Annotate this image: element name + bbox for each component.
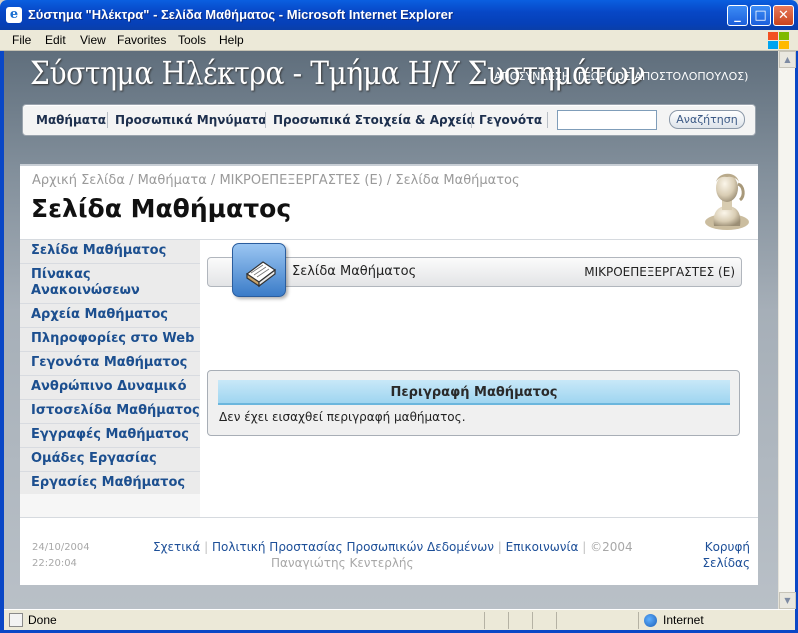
nav-events[interactable]: Γεγονότα bbox=[479, 113, 542, 127]
sidebar-item-assignments[interactable]: Εργασίες Μαθήματος bbox=[20, 472, 200, 496]
status-separator bbox=[638, 612, 639, 629]
course-description-panel: Περιγραφή Μαθήματος Δεν έχει εισαχθεί πε… bbox=[207, 370, 740, 436]
footer-copyright: ©2004 bbox=[590, 540, 633, 554]
back-to-top-link[interactable]: Κορυφή Σελίδας bbox=[690, 539, 750, 571]
back-to-top-line: Κορυφή bbox=[704, 540, 750, 554]
scroll-down-icon[interactable]: ▼ bbox=[779, 592, 796, 609]
back-to-top-line: Σελίδας bbox=[702, 556, 750, 570]
page-status-icon bbox=[9, 613, 23, 627]
minimize-button[interactable]: _ bbox=[727, 5, 748, 26]
nav-courses[interactable]: Μαθήματα bbox=[36, 113, 106, 127]
footer-links: Σχετικά | Πολιτική Προστασίας Προσωπικών… bbox=[153, 539, 653, 571]
statue-bust-icon bbox=[705, 173, 749, 230]
main-content: Σελίδα Μαθήματος Πίνακας Ανακοινώσεων Αρ… bbox=[20, 239, 758, 553]
top-navigation: Μαθήματα Προσωπικά Μηνύματα Προσωπικά Στ… bbox=[22, 104, 756, 136]
vertical-scrollbar[interactable]: ▲ ▼ bbox=[778, 51, 796, 609]
footer-author: Παναγιώτης Κεντερλής bbox=[271, 556, 414, 570]
status-bar: Done Internet bbox=[4, 609, 795, 630]
footer-about-link[interactable]: Σχετικά bbox=[153, 540, 200, 554]
window-titlebar: e Σύστημα "Ηλέκτρα" - Σελίδα Μαθήματος -… bbox=[0, 0, 798, 30]
nav-separator bbox=[265, 112, 266, 128]
sidebar-item-website[interactable]: Ιστοσελίδα Μαθήματος bbox=[20, 400, 200, 424]
nav-separator bbox=[107, 112, 108, 128]
nav-separator bbox=[547, 112, 548, 128]
internet-zone-icon bbox=[644, 614, 657, 627]
page-header: Αρχική Σελίδα / Μαθήματα / ΜΙΚΡΟΕΠΕΞΕΡΓΑ… bbox=[20, 164, 758, 239]
windows-logo-icon bbox=[766, 31, 792, 50]
sidebar-item-label: Εργασίες Μαθήματος bbox=[31, 475, 186, 490]
nav-personal-data[interactable]: Προσωπικά Στοιχεία & Αρχεία bbox=[273, 113, 475, 127]
menu-file[interactable]: File bbox=[12, 33, 31, 47]
status-separator bbox=[556, 612, 557, 629]
sidebar-item-staff[interactable]: Ανθρώπινο Δυναμικό bbox=[20, 376, 200, 400]
sidebar-item-label: Ομάδες Εργασίας bbox=[31, 451, 157, 466]
sidebar-item-course-page[interactable]: Σελίδα Μαθήματος bbox=[20, 240, 200, 264]
sidebar-item-label: Αρχεία Μαθήματος bbox=[31, 307, 168, 322]
sidebar-item-label: Γεγονότα Μαθήματος bbox=[31, 355, 188, 370]
sidebar-item-label: Σελίδα Μαθήματος bbox=[31, 243, 167, 258]
status-separator bbox=[532, 612, 533, 629]
status-separator bbox=[508, 612, 509, 629]
sidebar-item-announcements[interactable]: Πίνακας Ανακοινώσεων bbox=[20, 264, 200, 304]
menu-bar: File Edit View Favorites Tools Help bbox=[0, 30, 798, 51]
course-header-bar: Σελίδα Μαθήματος ΜΙΚΡΟΕΠΕΞΕΡΓΑΣΤΕΣ (Ε) bbox=[207, 257, 742, 287]
course-section-title: Σελίδα Μαθήματος bbox=[292, 264, 417, 279]
ie-icon: e bbox=[6, 7, 22, 23]
description-heading: Περιγραφή Μαθήματος bbox=[218, 380, 730, 405]
page-footer: 24/10/2004 22:20:04 Σχετικά | Πολιτική Π… bbox=[20, 517, 758, 585]
security-zone: Internet bbox=[663, 613, 704, 627]
menu-view[interactable]: View bbox=[80, 33, 106, 47]
close-button[interactable]: ✕ bbox=[773, 5, 794, 26]
window-title: Σύστημα "Ηλέκτρα" - Σελίδα Μαθήματος - M… bbox=[28, 7, 453, 22]
sidebar-item-label: Εγγραφές Μαθήματος bbox=[31, 427, 189, 442]
course-book-icon bbox=[232, 243, 286, 297]
sidebar-item-groups[interactable]: Ομάδες Εργασίας bbox=[20, 448, 200, 472]
sidebar-item-label: Ανθρώπινο Δυναμικό bbox=[31, 379, 187, 394]
sidebar-item-enrollments[interactable]: Εγγραφές Μαθήματος bbox=[20, 424, 200, 448]
footer-separator: | bbox=[204, 540, 209, 554]
maximize-button[interactable]: □ bbox=[750, 5, 771, 26]
sidebar-item-label: Πληροφορίες στο Web bbox=[31, 331, 195, 346]
sidebar-item-label: Πίνακας Ανακοινώσεων bbox=[31, 267, 140, 298]
description-text: Δεν έχει εισαχθεί περιγραφή μαθήματος. bbox=[219, 410, 466, 424]
course-sidebar: Σελίδα Μαθήματος Πίνακας Ανακοινώσεων Αρ… bbox=[20, 240, 200, 518]
footer-privacy-link[interactable]: Πολιτική Προστασίας Προσωπικών Δεδομένων bbox=[212, 540, 494, 554]
status-separator bbox=[484, 612, 485, 629]
breadcrumb: Αρχική Σελίδα / Μαθήματα / ΜΙΚΡΟΕΠΕΞΕΡΓΑ… bbox=[32, 173, 520, 188]
logout-link[interactable]: ΑΠΟΣΥΝΔΕΣΗ (ΓΕΩΡΓΙΟΣ ΑΠΟΣΤΟΛΟΠΟΥΛΟΣ) bbox=[494, 70, 748, 83]
scroll-up-icon[interactable]: ▲ bbox=[779, 51, 796, 68]
course-code: ΜΙΚΡΟΕΠΕΞΕΡΓΑΣΤΕΣ (Ε) bbox=[584, 265, 735, 279]
footer-separator: | bbox=[497, 540, 502, 554]
footer-date: 24/10/2004 bbox=[32, 542, 90, 553]
sidebar-spacer bbox=[20, 494, 200, 518]
sidebar-item-web-info[interactable]: Πληροφορίες στο Web bbox=[20, 328, 200, 352]
sidebar-item-label: Ιστοσελίδα Μαθήματος bbox=[31, 403, 200, 418]
menu-tools[interactable]: Tools bbox=[178, 33, 206, 47]
search-input[interactable] bbox=[557, 110, 657, 130]
menu-help[interactable]: Help bbox=[219, 33, 244, 47]
nav-messages[interactable]: Προσωπικά Μηνύματα bbox=[115, 113, 267, 127]
footer-timestamp: 24/10/2004 22:20:04 bbox=[32, 540, 90, 572]
page-title: Σελίδα Μαθήματος bbox=[31, 194, 292, 223]
status-text: Done bbox=[28, 613, 57, 627]
sidebar-item-events[interactable]: Γεγονότα Μαθήματος bbox=[20, 352, 200, 376]
footer-time: 22:20:04 bbox=[32, 558, 77, 569]
nav-separator bbox=[471, 112, 472, 128]
menu-edit[interactable]: Edit bbox=[45, 33, 66, 47]
browser-viewport: Σύστημα Ηλέκτρα - Τμήμα Η/Υ Συστημάτων Α… bbox=[4, 51, 778, 609]
search-button[interactable]: Αναζήτηση bbox=[669, 110, 745, 129]
sidebar-item-files[interactable]: Αρχεία Μαθήματος bbox=[20, 304, 200, 328]
menu-favorites[interactable]: Favorites bbox=[117, 33, 166, 47]
footer-contact-link[interactable]: Επικοινωνία bbox=[506, 540, 579, 554]
footer-separator: | bbox=[582, 540, 587, 554]
